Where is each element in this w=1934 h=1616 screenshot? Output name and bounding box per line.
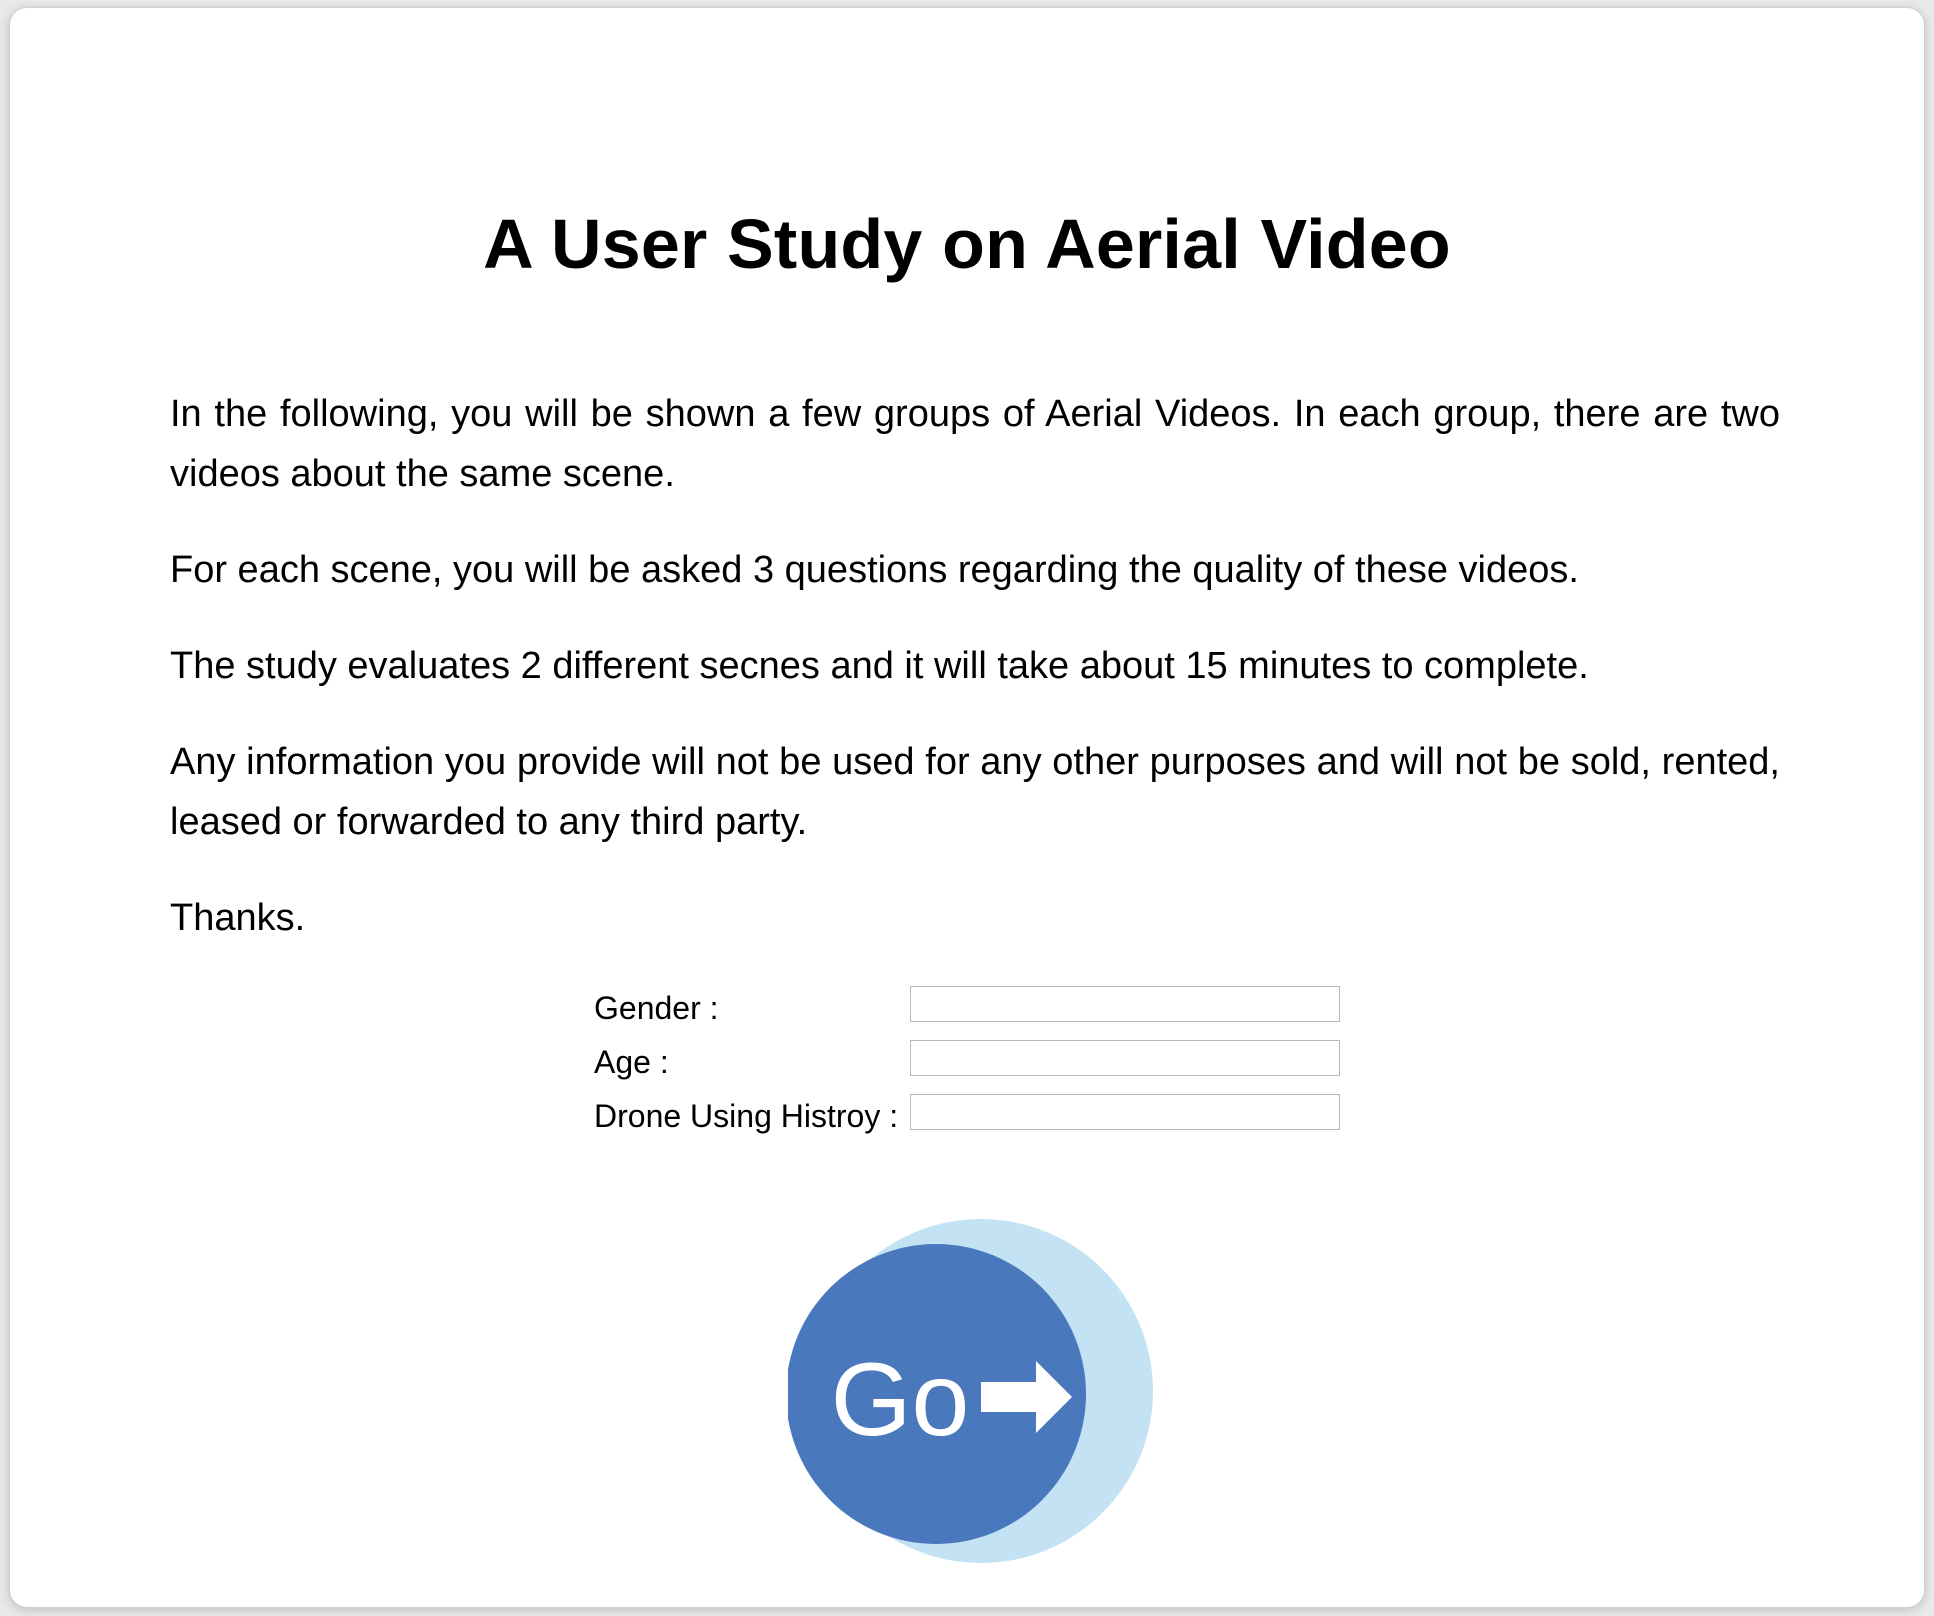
thanks-text: Thanks. [170, 897, 306, 939]
go-label: Go [831, 1342, 970, 1458]
intro-paragraph: Any information you provide will not be … [170, 741, 1780, 843]
age-input[interactable] [910, 1040, 1340, 1076]
intro-text: In the following, you will be shown a fe… [170, 384, 1780, 984]
gender-input[interactable] [910, 986, 1340, 1022]
browser-window: A User Study on Aerial Video In the foll… [9, 7, 1925, 1608]
go-button[interactable]: Go [788, 1216, 1164, 1566]
gender-label: Gender : [594, 990, 719, 1026]
drone-history-input[interactable] [910, 1094, 1340, 1130]
go-button-graphic: Go [788, 1219, 1153, 1563]
drone-history-label: Drone Using Histroy : [594, 1098, 899, 1134]
intro-paragraph: For each scene, you will be asked 3 ques… [170, 549, 1579, 591]
intro-paragraph: The study evaluates 2 different secnes a… [170, 645, 1589, 687]
intro-paragraph: In the following, you will be shown a fe… [170, 393, 1780, 495]
age-label: Age : [594, 1044, 669, 1080]
page-title: A User Study on Aerial Video [483, 205, 1451, 283]
